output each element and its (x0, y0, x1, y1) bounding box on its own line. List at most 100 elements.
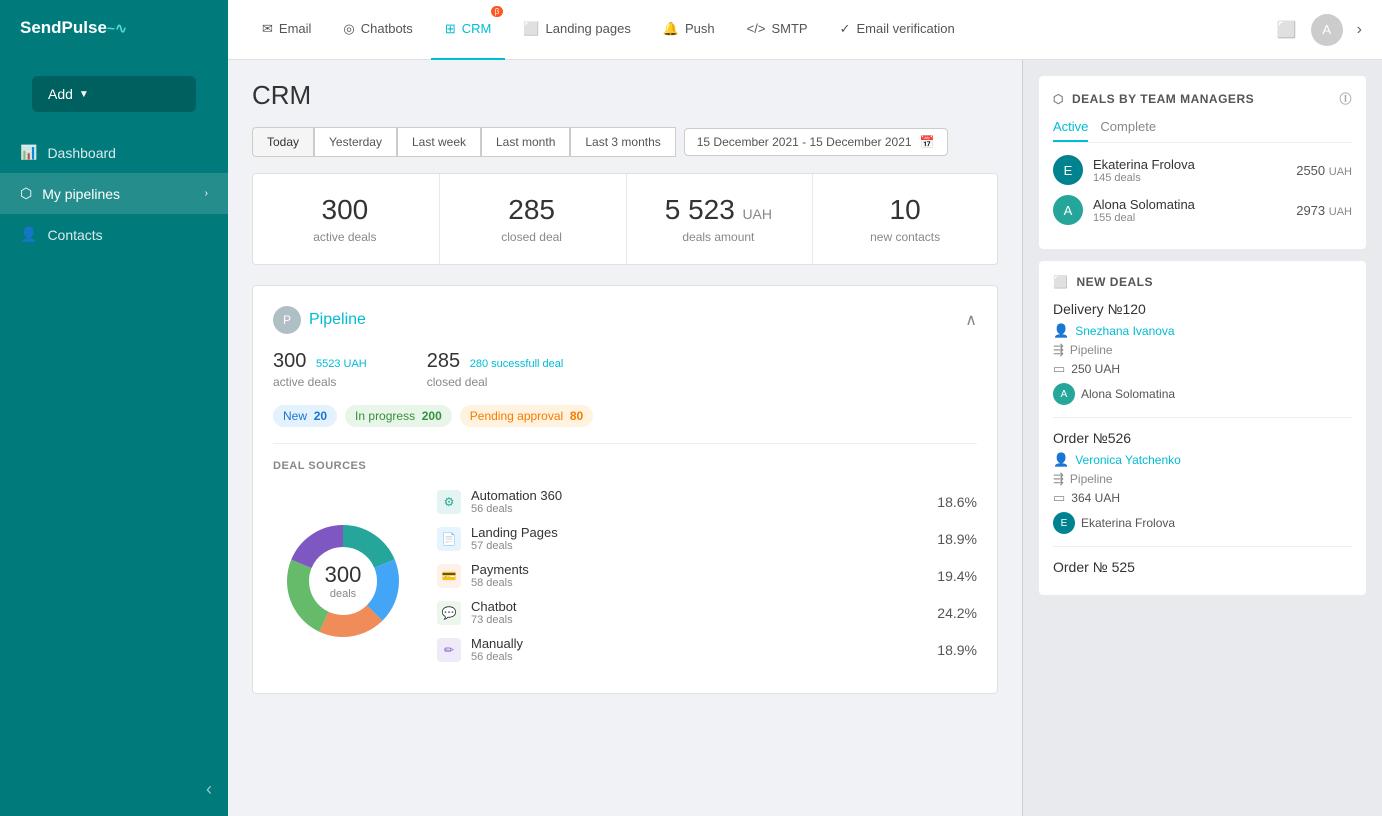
source-pct-manually: 18.9% (937, 642, 977, 658)
sidebar-item-pipelines[interactable]: ⬡ My pipelines › (0, 173, 228, 214)
stat-deals-amount: 5 523 UAH deals amount (626, 174, 811, 264)
source-info-manually: Manually 56 deals (471, 636, 927, 663)
source-pct-automation: 18.6% (937, 494, 977, 510)
filter-tab-last-week[interactable]: Last week (397, 127, 481, 157)
deal-name-order-526: Order №526 (1053, 430, 1352, 446)
tab-landing-pages[interactable]: ⬜ Landing pages (509, 0, 645, 60)
deal-amount-order-526: ▭ 364 UAH (1053, 490, 1352, 506)
tab-email-verification-label: Email verification (856, 21, 954, 36)
deal-assignee-delivery-120: A Alona Solomatina (1053, 383, 1352, 405)
source-icon-automation: ⚙ (437, 490, 461, 514)
pipeline-active-stat: 300 5523 UAH active deals (273, 350, 367, 389)
source-row-landing-pages: 📄 Landing Pages 57 deals 18.9% (437, 525, 977, 552)
tab-push-label: Push (685, 21, 715, 36)
sidebar: SendPulse~∿ Add ▼ 📊 Dashboard ⬡ My pipel… (0, 0, 228, 816)
tab-chatbots[interactable]: ◎ Chatbots (329, 0, 426, 60)
tab-crm-label: CRM (462, 21, 492, 36)
add-button[interactable]: Add ▼ (32, 76, 196, 112)
crm-icon: ⊞ (445, 21, 456, 37)
push-icon: 🔔 (663, 21, 679, 37)
assignee-name-delivery-120: Alona Solomatina (1081, 387, 1175, 401)
source-row-manually: ✏ Manually 56 deals 18.9% (437, 636, 977, 663)
pipeline-collapse-button[interactable]: ∧ (965, 310, 977, 330)
page-title: CRM (252, 80, 998, 111)
manager-sub-ekaterina: 145 deals (1093, 172, 1286, 184)
stat-new-contacts-label: new contacts (837, 230, 973, 244)
pipeline-closed-label: closed deal (427, 375, 564, 389)
main-area: ✉ Email ◎ Chatbots ⊞ CRM β ⬜ Landing pag… (228, 0, 1382, 816)
source-icon-manually: ✏ (437, 638, 461, 662)
source-icon-chatbot: 💬 (437, 601, 461, 625)
tab-smtp[interactable]: </> SMTP (733, 0, 822, 60)
deal-assignee-order-526: E Ekaterina Frolova (1053, 512, 1352, 534)
manager-tab-complete[interactable]: Complete (1100, 119, 1156, 142)
dashboard-icon: 📊 (20, 144, 37, 161)
pipeline-icon: ⇶ (1053, 342, 1064, 358)
sidebar-item-dashboard[interactable]: 📊 Dashboard (0, 132, 228, 173)
tab-crm[interactable]: ⊞ CRM β (431, 0, 506, 60)
more-options-button[interactable]: › (1357, 21, 1362, 39)
donut-total: 300 (325, 562, 362, 588)
source-name-chatbot: Chatbot (471, 599, 927, 614)
filter-tab-yesterday[interactable]: Yesterday (314, 127, 397, 157)
source-info-landing-pages: Landing Pages 57 deals (471, 525, 927, 552)
pipeline-active-label: active deals (273, 375, 367, 389)
manager-name-ekaterina: Ekaterina Frolova (1093, 157, 1286, 172)
filter-tab-today[interactable]: Today (252, 127, 314, 157)
tab-email-verification[interactable]: ✓ Email verification (826, 0, 969, 60)
deals-by-managers-panel: ⬡ DEALS BY TEAM MANAGERS ⓘ Active Comple… (1039, 76, 1366, 249)
stat-closed-deals: 285 closed deal (439, 174, 624, 264)
pipeline-section: P Pipeline ∧ 300 5523 UAH active deals (252, 285, 998, 694)
topnav-right: ⬜ A › (1277, 14, 1362, 46)
deals-by-managers-header: ⬡ DEALS BY TEAM MANAGERS ⓘ (1053, 90, 1352, 107)
pipeline-tags: New 20 In progress 200 Pending approval … (273, 405, 977, 427)
stat-active-deals-number: 300 (277, 194, 413, 226)
stat-active-deals-label: active deals (277, 230, 413, 244)
top-navigation: ✉ Email ◎ Chatbots ⊞ CRM β ⬜ Landing pag… (228, 0, 1382, 60)
tab-email[interactable]: ✉ Email (248, 0, 325, 60)
pipeline-header: P Pipeline ∧ (273, 306, 977, 334)
sidebar-item-contacts[interactable]: 👤 Contacts (0, 214, 228, 255)
deal-card-order-526: Order №526 👤 Veronica Yatchenko ⇶ Pipeli… (1053, 430, 1352, 547)
tag-pending-approval: Pending approval 80 (460, 405, 593, 427)
pipeline-closed-stat: 285 280 sucessfull deal closed deal (427, 350, 564, 389)
add-button-arrow: ▼ (79, 89, 89, 100)
beta-badge: β (491, 6, 504, 17)
manager-row-alona: A Alona Solomatina 155 deal 2973 UAH (1053, 195, 1352, 225)
deal-contact-delivery-120: 👤 Snezhana Ivanova (1053, 323, 1352, 339)
assignee-avatar-alona: A (1053, 383, 1075, 405)
tab-push[interactable]: 🔔 Push (649, 0, 729, 60)
date-range-picker[interactable]: 15 December 2021 - 15 December 2021 📅 (684, 128, 948, 156)
deal-pipeline-delivery-120: ⇶ Pipeline (1053, 342, 1352, 358)
content-right: ⬡ DEALS BY TEAM MANAGERS ⓘ Active Comple… (1022, 60, 1382, 816)
pipeline-icon-2: ⇶ (1053, 471, 1064, 487)
sidebar-item-pipelines-label: My pipelines (42, 186, 120, 202)
source-row-chatbot: 💬 Chatbot 73 deals 24.2% (437, 599, 977, 626)
stat-closed-deals-label: closed deal (464, 230, 600, 244)
user-avatar[interactable]: A (1311, 14, 1343, 46)
stat-deals-amount-unit: UAH (742, 206, 772, 222)
amount-icon-2: ▭ (1053, 490, 1065, 506)
filter-tab-last-3-months[interactable]: Last 3 months (570, 127, 675, 157)
source-pct-landing-pages: 18.9% (937, 531, 977, 547)
filter-tab-last-month[interactable]: Last month (481, 127, 570, 157)
manager-tab-active[interactable]: Active (1053, 119, 1088, 142)
tag-new: New 20 (273, 405, 337, 427)
date-range-text: 15 December 2021 - 15 December 2021 (697, 135, 912, 149)
sidebar-collapse-button[interactable]: ‹ (0, 763, 228, 816)
device-icon-button[interactable]: ⬜ (1277, 20, 1297, 40)
manager-row-ekaterina: E Ekaterina Frolova 145 deals 2550 UAH (1053, 155, 1352, 185)
sidebar-item-contacts-label: Contacts (47, 227, 102, 243)
tab-landing-pages-label: Landing pages (546, 21, 631, 36)
manager-amount-ekaterina: 2550 UAH (1296, 163, 1352, 178)
manager-info-ekaterina: Ekaterina Frolova 145 deals (1093, 157, 1286, 184)
source-pct-payments: 19.4% (937, 568, 977, 584)
source-info-chatbot: Chatbot 73 deals (471, 599, 927, 626)
deals-managers-title: DEALS BY TEAM MANAGERS (1072, 92, 1254, 106)
deal-pipeline-order-526: ⇶ Pipeline (1053, 471, 1352, 487)
add-button-label: Add (48, 86, 73, 102)
new-deals-title: NEW DEALS (1076, 275, 1153, 289)
deal-sources-section: DEAL SOURCES (273, 443, 977, 673)
tag-in-progress: In progress 200 (345, 405, 452, 427)
source-deals-payments: 58 deals (471, 577, 927, 589)
